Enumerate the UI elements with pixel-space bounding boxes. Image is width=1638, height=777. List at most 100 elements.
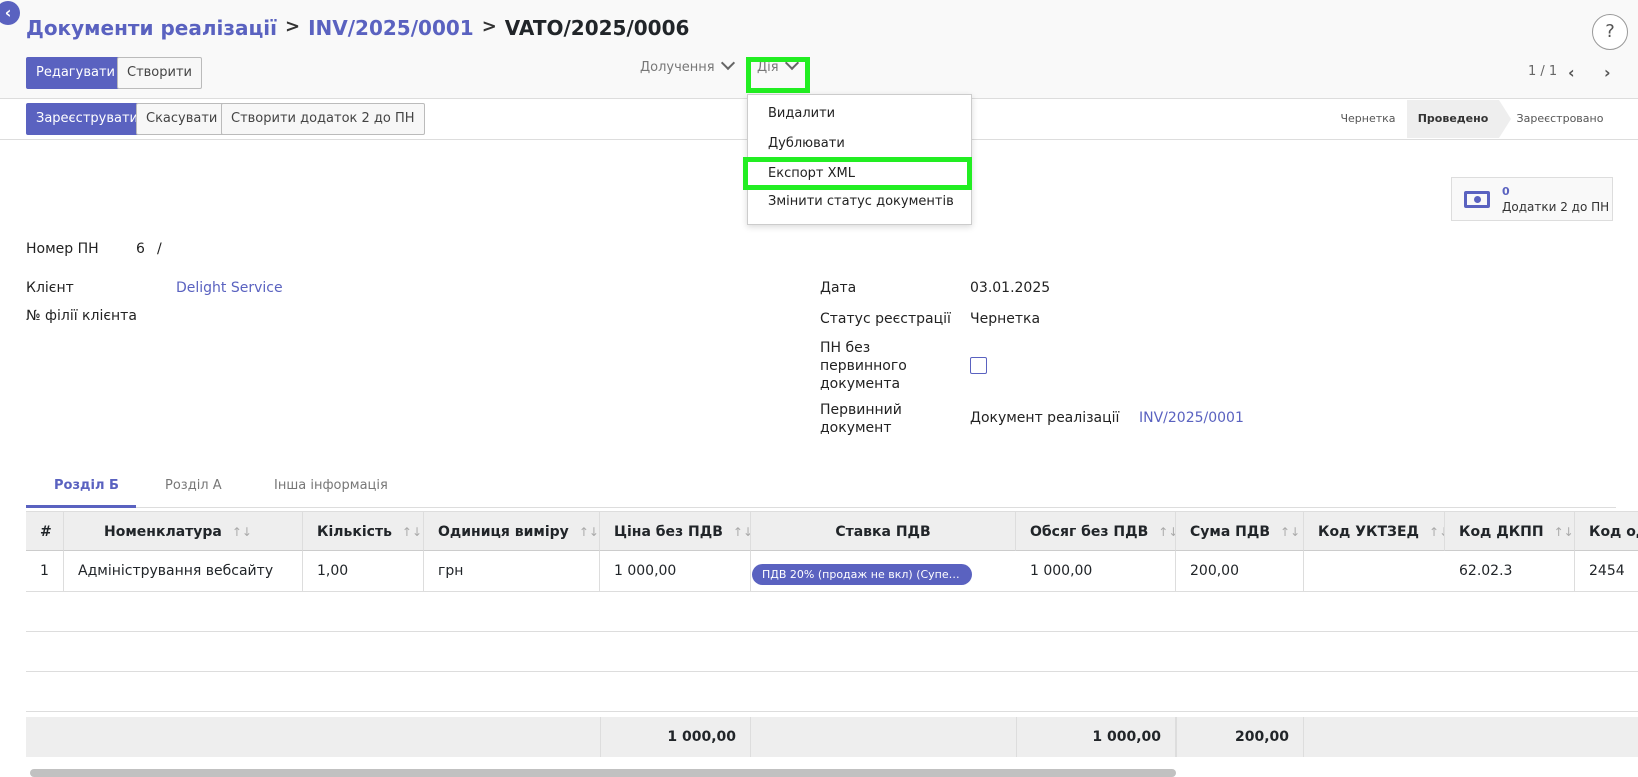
- header-text: Код УКТЗЕД: [1318, 524, 1420, 540]
- tab-section-b[interactable]: Розділ Б: [54, 478, 119, 493]
- col-header-tax-amount[interactable]: Сума ПДВ ↑↓: [1176, 511, 1304, 551]
- header-text: Обсяг без ПДВ: [1030, 524, 1149, 540]
- sort-icon: ↑↓: [578, 525, 599, 539]
- col-header-price[interactable]: Ціна без ПДВ ↑↓: [600, 511, 751, 551]
- reg-status-value: Чернетка: [970, 311, 1041, 327]
- menu-item-delete[interactable]: Видалити: [768, 106, 835, 121]
- row-divider: [26, 711, 1638, 712]
- register-button[interactable]: Зареєструвати: [26, 103, 149, 135]
- cell-index: 1: [26, 551, 64, 591]
- number-value[interactable]: 6: [136, 241, 145, 257]
- col-header-uktzed[interactable]: Код УКТЗЕД ↑↓: [1304, 511, 1445, 551]
- row-divider: [26, 591, 1638, 592]
- col-header-index: #: [26, 511, 64, 551]
- help-button[interactable]: ?: [1592, 14, 1628, 50]
- menu-item-change-status[interactable]: Змінити статус документів: [768, 194, 954, 209]
- create-annex-button[interactable]: Створити додаток 2 до ПН: [221, 103, 425, 135]
- header-text: Код ДКПП: [1459, 524, 1544, 540]
- col-header-qty[interactable]: Кількість ↑↓: [303, 511, 424, 551]
- header-text: Ставка ПДВ: [835, 524, 931, 540]
- primary-label: Первинний документ: [820, 402, 902, 436]
- row-divider: [26, 631, 1638, 632]
- no-primary-label: ПН без первинного документа: [820, 340, 907, 392]
- annex-label: Додатки 2 до ПН: [1502, 200, 1610, 214]
- table-footer: [26, 717, 1638, 757]
- col-header-tax[interactable]: Ставка ПДВ: [751, 511, 1016, 551]
- header-text: Кількість: [317, 524, 392, 540]
- pager-previous-icon[interactable]: ‹: [1568, 63, 1575, 82]
- header-text: #: [40, 524, 52, 540]
- edit-button[interactable]: Редагувати: [26, 57, 125, 89]
- cancel-button[interactable]: Скасувати: [136, 103, 228, 135]
- number-label: Номер ПН: [26, 241, 99, 257]
- col-header-dkpp[interactable]: Код ДКПП ↑↓: [1445, 511, 1575, 551]
- tab-other-info[interactable]: Інша інформація: [274, 478, 388, 493]
- sort-icon: ↑↓: [1158, 525, 1175, 539]
- create-button[interactable]: Створити: [117, 57, 202, 89]
- reg-status-label: Статус реєстрації: [820, 311, 951, 327]
- sort-icon: ↑↓: [1553, 525, 1574, 539]
- breadcrumb: Документи реалізації > INV/2025/0001 > V…: [26, 16, 689, 40]
- cell-qty[interactable]: 1,00: [303, 551, 424, 591]
- sort-icon: ↑↓: [401, 525, 423, 539]
- col-header-uom-code[interactable]: Код од.: [1575, 511, 1638, 551]
- control-panel: [0, 0, 1638, 98]
- row-divider: [26, 671, 1638, 672]
- tab-section-a[interactable]: Розділ А: [165, 478, 222, 493]
- notebook-tabs: Розділ Б Розділ А Інша інформація: [26, 468, 1616, 508]
- stage-registered[interactable]: Зареєстровано: [1510, 100, 1610, 138]
- lines-table: # Номенклатура ↑↓ Кількість ↑↓ Одиниця вим…: [26, 511, 1638, 757]
- money-icon: [1464, 191, 1490, 208]
- horizontal-scrollbar[interactable]: [30, 769, 1176, 777]
- client-link[interactable]: Delight Service: [176, 280, 283, 296]
- breadcrumb-separator: >: [481, 16, 497, 37]
- cell-uom[interactable]: грн: [424, 551, 600, 591]
- sort-icon: ↑↓: [1429, 525, 1444, 539]
- date-value[interactable]: 03.01.2025: [970, 280, 1050, 296]
- sort-icon: ↑↓: [231, 525, 252, 539]
- branch-label: № філії клієнта: [26, 308, 137, 324]
- annex-count: 0: [1502, 185, 1510, 198]
- pager-next-icon[interactable]: ›: [1604, 63, 1611, 82]
- highlight-box: [743, 157, 972, 190]
- cell-price[interactable]: 1 000,00: [600, 551, 751, 591]
- cell-subtotal[interactable]: 1 000,00: [1016, 551, 1176, 591]
- annex-smart-button[interactable]: 0 Додатки 2 до ПН: [1451, 177, 1613, 221]
- attachments-menu[interactable]: Долучення: [640, 55, 735, 75]
- total-price: 1 000,00: [600, 717, 751, 757]
- cell-product[interactable]: Адміністрування вебсайту: [64, 551, 303, 591]
- breadcrumb-middle[interactable]: INV/2025/0001: [308, 16, 474, 40]
- pager-value: 1 / 1: [1528, 64, 1558, 79]
- total-subtotal: 1 000,00: [1016, 717, 1176, 757]
- primary-ref-link[interactable]: INV/2025/0001: [1139, 410, 1244, 426]
- cell-tax-amount[interactable]: 200,00: [1176, 551, 1304, 591]
- client-label: Клієнт: [26, 280, 74, 296]
- attachments-label: Долучення: [640, 60, 715, 75]
- page-title: VATO/2025/0006: [504, 16, 690, 40]
- header-text: Ціна без ПДВ: [614, 524, 723, 540]
- breadcrumb-root[interactable]: Документи реалізації: [26, 16, 277, 40]
- sort-icon: ↑↓: [732, 525, 750, 539]
- stage-posted[interactable]: Проведено: [1407, 100, 1499, 138]
- col-header-subtotal[interactable]: Обсяг без ПДВ ↑↓: [1016, 511, 1176, 551]
- date-label: Дата: [820, 280, 857, 296]
- number-separator: /: [157, 241, 162, 257]
- cell-dkpp[interactable]: 62.02.3: [1445, 551, 1575, 591]
- no-primary-checkbox[interactable]: [970, 357, 987, 374]
- menu-item-duplicate[interactable]: Дублювати: [768, 136, 845, 151]
- active-tab-indicator: [26, 505, 136, 508]
- primary-type[interactable]: Документ реалізації: [970, 410, 1119, 426]
- sort-icon: ↑↓: [1280, 525, 1301, 539]
- col-header-product[interactable]: Номенклатура ↑↓: [64, 511, 303, 551]
- header-text: Номенклатура: [104, 524, 222, 540]
- breadcrumb-separator: >: [285, 16, 301, 37]
- total-tax-amount: 200,00: [1176, 717, 1304, 757]
- highlight-box: [746, 57, 810, 93]
- col-header-uom[interactable]: Одиниця виміру ↑↓: [424, 511, 600, 551]
- cell-uom-code[interactable]: 2454: [1575, 551, 1638, 591]
- tax-badge[interactable]: ПДВ 20% (продаж не вкл) (Супертестова): [752, 564, 972, 585]
- stage-draft[interactable]: Чернетка: [1333, 100, 1403, 138]
- header-text: Код од.: [1589, 524, 1638, 540]
- header-text: Сума ПДВ: [1190, 524, 1271, 540]
- header-text: Одиниця виміру: [438, 524, 569, 540]
